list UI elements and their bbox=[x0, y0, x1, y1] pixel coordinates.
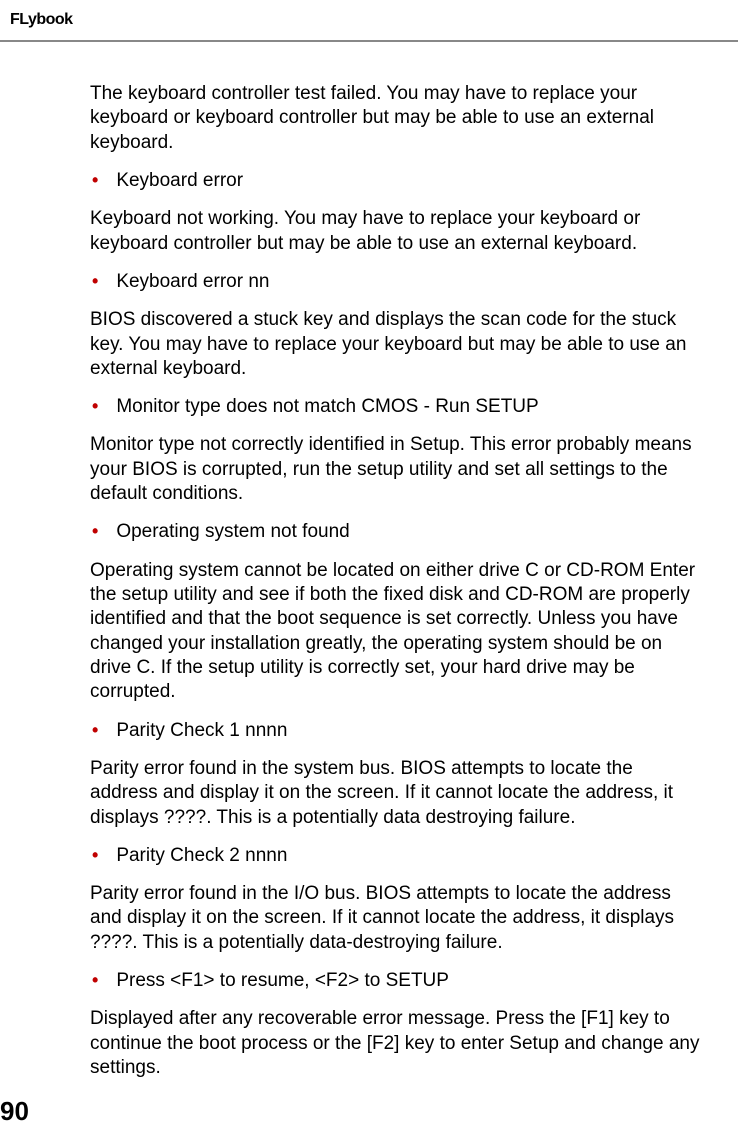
intro-paragraph: The keyboard controller test failed. You… bbox=[90, 82, 700, 155]
list-item: • Operating system not found bbox=[90, 520, 700, 544]
list-item: • Parity Check 2 nnnn bbox=[90, 844, 700, 868]
bullet-icon: • bbox=[92, 395, 98, 418]
bullet-label: Parity Check 1 nnnn bbox=[116, 719, 287, 743]
item-description: Parity error found in the system bus. BI… bbox=[90, 757, 700, 830]
bullet-label: Keyboard error nn bbox=[116, 270, 269, 294]
page-content: The keyboard controller test failed. You… bbox=[0, 42, 738, 1080]
item-description: BIOS discovered a stuck key and displays… bbox=[90, 308, 700, 381]
list-item: • Press <F1> to resume, <F2> to SETUP bbox=[90, 969, 700, 993]
bullet-label: Monitor type does not match CMOS - Run S… bbox=[116, 395, 538, 419]
bullet-icon: • bbox=[92, 844, 98, 867]
item-description: Keyboard not working. You may have to re… bbox=[90, 207, 700, 256]
list-item: • Parity Check 1 nnnn bbox=[90, 719, 700, 743]
bullet-icon: • bbox=[92, 969, 98, 992]
bullet-icon: • bbox=[92, 520, 98, 543]
bullet-icon: • bbox=[92, 270, 98, 293]
bullet-icon: • bbox=[92, 719, 98, 742]
bullet-label: Operating system not found bbox=[116, 520, 349, 544]
item-description: Operating system cannot be located on ei… bbox=[90, 559, 700, 705]
item-description: Monitor type not correctly identified in… bbox=[90, 433, 700, 506]
page-header: FLybook bbox=[0, 0, 738, 30]
list-item: • Monitor type does not match CMOS - Run… bbox=[90, 395, 700, 419]
list-item: • Keyboard error nn bbox=[90, 270, 700, 294]
svg-text:FLybook: FLybook bbox=[10, 11, 73, 28]
flybook-logo: FLybook bbox=[10, 8, 110, 30]
bullet-icon: • bbox=[92, 169, 98, 192]
bullet-label: Keyboard error bbox=[116, 169, 243, 193]
list-item: • Keyboard error bbox=[90, 169, 700, 193]
item-description: Displayed after any recoverable error me… bbox=[90, 1007, 700, 1080]
page-number: 90 bbox=[0, 1096, 29, 1127]
bullet-label: Press <F1> to resume, <F2> to SETUP bbox=[116, 969, 449, 993]
item-description: Parity error found in the I/O bus. BIOS … bbox=[90, 882, 700, 955]
bullet-label: Parity Check 2 nnnn bbox=[116, 844, 287, 868]
